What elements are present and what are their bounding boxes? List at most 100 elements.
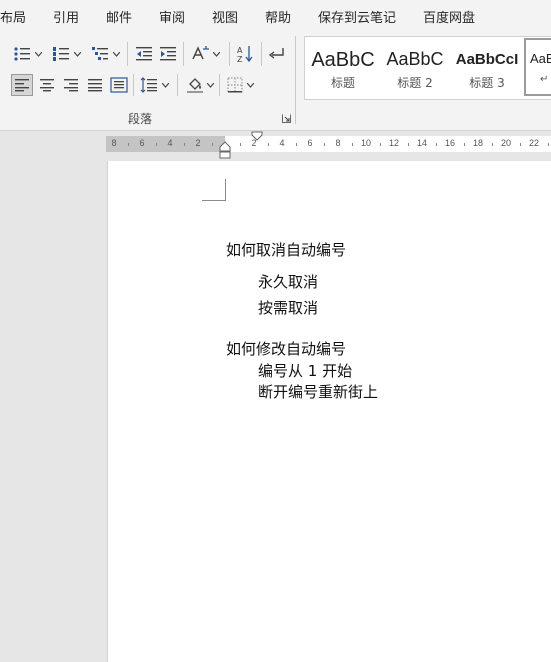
tab-mailings[interactable]: 邮件 [106, 7, 132, 26]
tab-baidu-netdisk[interactable]: 百度网盘 [423, 7, 475, 26]
shading-button[interactable] [184, 74, 206, 96]
chevron-down-icon[interactable] [35, 52, 42, 57]
chevron-down-icon[interactable] [74, 52, 81, 57]
style-heading-3[interactable]: AaBbCcI 标题 3 [451, 37, 523, 99]
separator [229, 42, 230, 66]
decrease-indent-icon [136, 47, 152, 61]
ruler-tick [240, 143, 241, 146]
sort-button[interactable]: A Z [235, 43, 255, 65]
ribbon-home-paragraph: A Z 段落 AaBbC 标题 AaBbC 标题 2 AaBbCcI 标题 3 … [0, 30, 551, 131]
chevron-down-icon[interactable] [213, 52, 220, 57]
doc-list-item[interactable]: 断开编号重新街上 [258, 381, 378, 402]
paragraph-return-mark: ↵ [540, 74, 549, 85]
tab-help[interactable]: 帮助 [265, 7, 291, 26]
style-normal-selected[interactable]: AaB ↵ [524, 38, 551, 96]
multilevel-list-button[interactable] [90, 43, 110, 65]
ruler-left-margin [106, 136, 225, 152]
style-sample: AaBbC [311, 49, 375, 71]
ruler-number: 8 [111, 138, 117, 148]
ruler-tick [156, 143, 157, 146]
styles-gallery: AaBbC 标题 AaBbC 标题 2 AaBbCcI 标题 3 AaB ↵ [304, 36, 551, 100]
hanging-indent-marker[interactable] [219, 141, 231, 161]
numbering-button[interactable] [51, 43, 71, 65]
tab-view[interactable]: 视图 [212, 7, 238, 26]
doc-heading-line[interactable]: 如何修改自动编号 [226, 338, 346, 359]
ruler-number: 8 [335, 138, 341, 148]
style-heading-2[interactable]: AaBbC 标题 2 [379, 37, 451, 99]
chevron-down-icon[interactable] [162, 83, 169, 88]
ruler-tick [128, 143, 129, 146]
tab-references[interactable]: 引用 [53, 7, 79, 26]
ruler-number: 10 [360, 138, 372, 148]
distributed-button[interactable] [108, 74, 130, 96]
align-left-icon [15, 79, 29, 92]
ruler-tick [184, 143, 185, 146]
tab-review[interactable]: 审阅 [159, 7, 185, 26]
document-page[interactable]: 如何取消自动编号 永久取消 按需取消 如何修改自动编号 编号从 1 开始 断开编… [107, 161, 551, 662]
dialog-launcher-icon[interactable] [282, 114, 291, 123]
group-separator [295, 36, 296, 124]
tab-layout[interactable]: 布局 [0, 7, 26, 26]
style-name: 标题 [330, 76, 355, 90]
separator [133, 74, 134, 96]
ruler-tick [520, 143, 521, 146]
margin-corner-mark [202, 179, 226, 201]
style-sample: AaBbCcI [455, 51, 519, 68]
doc-list-item[interactable]: 编号从 1 开始 [258, 360, 352, 381]
chevron-down-icon[interactable] [247, 83, 254, 88]
doc-heading-line[interactable]: 如何取消自动编号 [226, 239, 346, 260]
distributed-align-icon [110, 77, 128, 93]
align-right-icon [64, 79, 78, 92]
line-spacing-button[interactable] [138, 74, 160, 96]
ribbon-tabs: 布局 引用 邮件 审阅 视图 帮助 保存到云笔记 百度网盘 [0, 0, 551, 30]
align-center-button[interactable] [36, 74, 58, 96]
ruler-tick [464, 143, 465, 146]
borders-icon [227, 77, 243, 93]
ruler-tick [492, 143, 493, 146]
tab-save-cloud-notes[interactable]: 保存到云笔记 [318, 7, 396, 26]
ruler-tick [324, 143, 325, 146]
separator [127, 42, 128, 66]
ruler-number: 18 [472, 138, 484, 148]
show-paragraph-marks-button[interactable] [266, 43, 286, 65]
horizontal-ruler[interactable]: 8 6 4 2 2 4 6 8 10 12 14 16 18 20 22 [106, 136, 551, 152]
increase-indent-icon [160, 47, 176, 61]
bullets-button[interactable] [12, 43, 32, 65]
increase-indent-button[interactable] [158, 43, 178, 65]
ruler-tick [408, 143, 409, 146]
ruler-number: 2 [195, 138, 201, 148]
svg-text:A: A [237, 46, 243, 55]
chinese-layout-icon [192, 46, 209, 60]
ruler-number: 4 [279, 138, 285, 148]
paint-bucket-icon [187, 78, 203, 93]
ruler-tick [352, 143, 353, 146]
ruler-number: 4 [167, 138, 173, 148]
align-left-button[interactable] [11, 74, 33, 96]
ruler-number: 14 [416, 138, 428, 148]
decrease-indent-button[interactable] [134, 43, 154, 65]
justify-button[interactable] [84, 74, 106, 96]
bullet-list-icon [14, 47, 30, 61]
style-heading-1[interactable]: AaBbC 标题 [307, 37, 379, 99]
ruler-tick [548, 143, 549, 146]
chinese-layout-button[interactable] [190, 43, 212, 65]
separator [219, 74, 220, 96]
chevron-down-icon[interactable] [207, 83, 214, 88]
doc-list-item[interactable]: 永久取消 [258, 271, 318, 292]
ruler-area: 8 6 4 2 2 4 6 8 10 12 14 16 18 20 22 [0, 131, 551, 159]
line-spacing-icon [140, 77, 157, 93]
style-name: 标题 2 [397, 76, 433, 90]
separator [183, 42, 184, 66]
ruler-number: 6 [139, 138, 145, 148]
chevron-down-icon[interactable] [113, 52, 120, 57]
first-line-indent-marker[interactable] [251, 131, 263, 141]
borders-button[interactable] [224, 74, 246, 96]
ruler-tick [212, 143, 213, 146]
align-right-button[interactable] [60, 74, 82, 96]
sort-az-icon: A Z [237, 46, 253, 63]
align-center-icon [40, 79, 54, 92]
canvas-left [0, 161, 107, 662]
separator [177, 74, 178, 96]
ruler-tick [296, 143, 297, 146]
doc-list-item[interactable]: 按需取消 [258, 297, 318, 318]
